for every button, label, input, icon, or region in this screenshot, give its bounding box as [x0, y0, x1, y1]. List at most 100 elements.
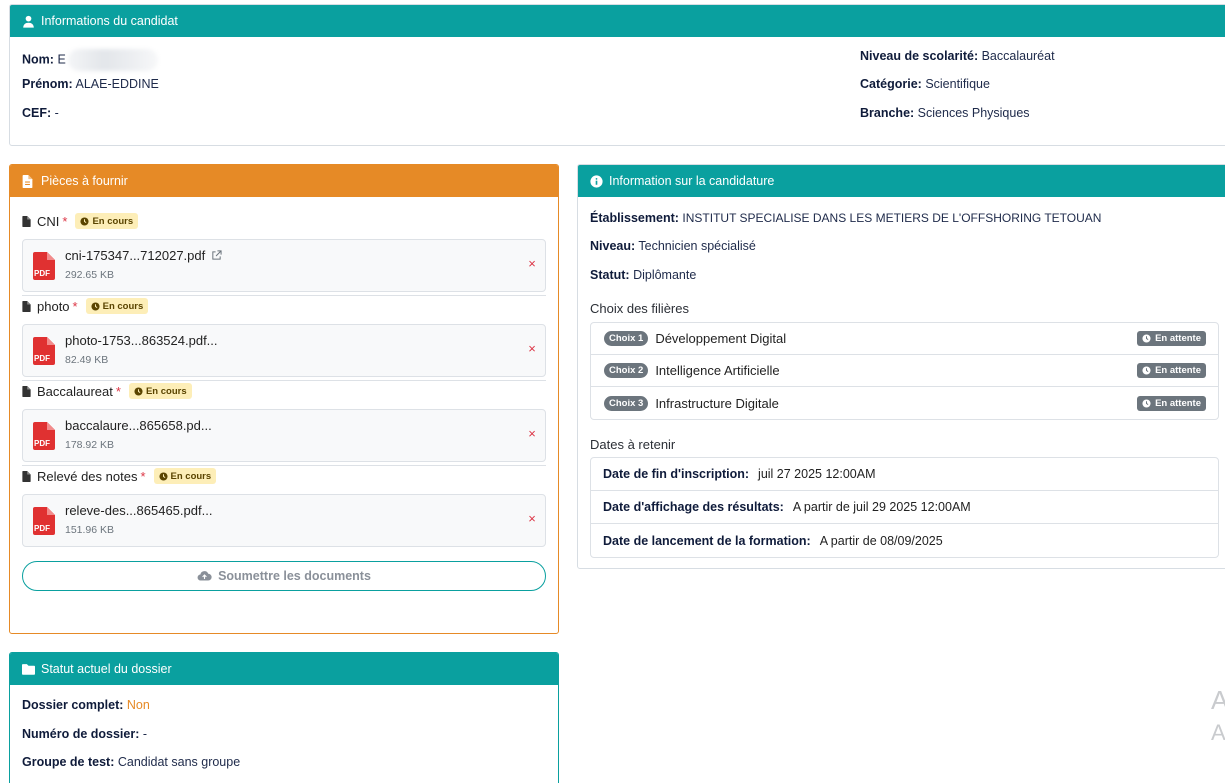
cef-label: CEF: [22, 106, 52, 120]
file-name[interactable]: photo-1753...863524.pdf... [65, 333, 218, 348]
file-card-releve-notes: PDF releve-des...865465.pdf... 151.96 KB… [22, 494, 546, 547]
status-text: En cours [102, 300, 144, 312]
dates-list: Date de fin d'inscription: juil 27 2025 … [590, 457, 1219, 558]
clock-icon [80, 216, 90, 226]
file-icon [22, 470, 31, 482]
status-text: En attente [1155, 397, 1201, 409]
etablissement-row: Établissement: INSTITUT SPECIALISE DANS … [590, 211, 1101, 225]
numero-dossier-label: Numéro de dossier: [22, 727, 140, 741]
prenom-value: ALAE-EDDINE [75, 77, 159, 91]
statut-row: Statut: Diplômante [590, 268, 696, 282]
pdf-label: PDF [34, 439, 50, 448]
file-size: 82.49 KB [65, 354, 109, 366]
nom-value: E [57, 52, 66, 67]
date-label: Date de fin d'inscription: [603, 467, 750, 481]
cloud-upload-icon [197, 571, 212, 581]
filiere-name: Infrastructure Digitale [655, 395, 779, 411]
pdf-label: PDF [34, 524, 50, 533]
choice-badge: Choix 1 [604, 331, 649, 346]
pdf-label: PDF [34, 354, 50, 363]
file-icon [22, 215, 31, 227]
clock-icon [1142, 334, 1151, 343]
status-badge: En cours [153, 468, 217, 484]
watermark-text-line2: A [1211, 720, 1225, 745]
status-badge: En attente [1137, 331, 1206, 346]
application-info-title: Information sur la candidature [609, 174, 775, 188]
cef-row: CEF: - [22, 106, 59, 120]
date-row: Date de fin d'inscription: juil 27 2025 … [591, 458, 1218, 491]
clock-icon [1142, 366, 1151, 375]
submit-documents-label[interactable]: Soumettre les documents [218, 569, 371, 583]
required-mark: * [72, 298, 78, 314]
file-card-baccalaureat: PDF baccalaure...865658.pd... 178.92 KB … [22, 409, 546, 462]
etablissement-value: INSTITUT SPECIALISE DANS LES METIERS DE … [682, 211, 1102, 225]
date-value: A partir de 08/09/2025 [819, 533, 943, 548]
cef-value: - [54, 106, 59, 120]
status-badge: En cours [85, 298, 149, 314]
remove-file-button[interactable]: × [525, 342, 539, 356]
groupe-test-value: Candidat sans groupe [117, 755, 241, 769]
pdf-icon: PDF [33, 337, 55, 365]
categorie-label: Catégorie: [860, 77, 922, 91]
statut-value: Diplômante [633, 268, 697, 282]
divider [22, 465, 546, 466]
file-name-link[interactable]: cni-175347...712027.pdf [65, 248, 222, 263]
status-badge: En attente [1137, 395, 1206, 411]
categorie-value: Scientifique [925, 77, 990, 91]
file-icon [22, 385, 31, 397]
date-row: Date de lancement de la formation: A par… [591, 524, 1218, 557]
application-info-card: Information sur la candidature Établisse… [577, 164, 1225, 569]
file-size: 178.92 KB [65, 439, 115, 451]
niveau-label: Niveau: [590, 239, 636, 253]
file-icon [22, 300, 31, 312]
doc-label-releve-notes: Relevé des notes * En cours [22, 468, 217, 484]
clock-icon [91, 301, 100, 311]
file-name-link[interactable]: releve-des...865465.pdf... [65, 503, 212, 518]
info-icon [590, 174, 603, 188]
groupe-test-row: Groupe de test: Candidat sans groupe [22, 755, 240, 769]
clock-icon [134, 386, 143, 396]
required-mark: * [62, 213, 68, 229]
divider [22, 380, 546, 381]
branche-label: Branche: [860, 106, 915, 120]
numero-dossier-row: Numéro de dossier: - [22, 727, 147, 741]
branche-row: Branche: Sciences Physiques [860, 106, 1030, 120]
user-icon [22, 15, 35, 28]
pdf-icon: PDF [33, 507, 55, 535]
remove-file-button[interactable]: × [525, 257, 539, 271]
redacted-name-blur [67, 49, 158, 71]
status-text: En cours [170, 470, 212, 482]
pdf-label: PDF [34, 269, 50, 278]
remove-file-button[interactable]: × [525, 512, 539, 526]
doc-name: photo [37, 298, 70, 314]
filiere-name: Intelligence Artificielle [655, 363, 780, 378]
file-name-link[interactable]: baccalaure...865658.pd... [65, 418, 212, 433]
file-size: 292.65 KB [65, 269, 115, 281]
file-name-link[interactable]: photo-1753...863524.pdf... [65, 333, 218, 348]
statut-label: Statut: [590, 268, 630, 282]
required-mark: * [115, 383, 121, 399]
submit-documents-button[interactable]: Soumettre les documents [22, 561, 546, 591]
doc-name: Relevé des notes [37, 468, 138, 484]
external-link-icon[interactable] [211, 250, 222, 261]
numero-dossier-value: - [142, 727, 148, 741]
date-label: Date d'affichage des résultats: [603, 500, 784, 514]
file-name[interactable]: cni-175347...712027.pdf [65, 248, 205, 263]
doc-label-photo: photo * En cours [22, 298, 149, 314]
divider [22, 295, 546, 296]
documents-title: Pièces à fournir [41, 174, 128, 188]
remove-file-button[interactable]: × [525, 427, 539, 441]
status-badge: En cours [128, 383, 192, 399]
niveau-scolarite-label: Niveau de scolarité: [860, 49, 979, 63]
pdf-icon: PDF [33, 252, 55, 280]
dossier-complet-label: Dossier complet: [22, 698, 124, 712]
choice-badge: Choix 2 [604, 363, 649, 378]
filiere-row: Choix 2 Intelligence Artificielle En att… [591, 355, 1218, 387]
file-name[interactable]: baccalaure...865658.pd... [65, 418, 212, 433]
clock-icon [158, 471, 168, 481]
dossier-complet-value: Non [126, 698, 150, 712]
categorie-row: Catégorie: Scientifique [860, 77, 990, 91]
status-badge: En attente [1137, 363, 1206, 378]
clock-icon [1142, 398, 1151, 408]
file-name[interactable]: releve-des...865465.pdf... [65, 503, 212, 518]
